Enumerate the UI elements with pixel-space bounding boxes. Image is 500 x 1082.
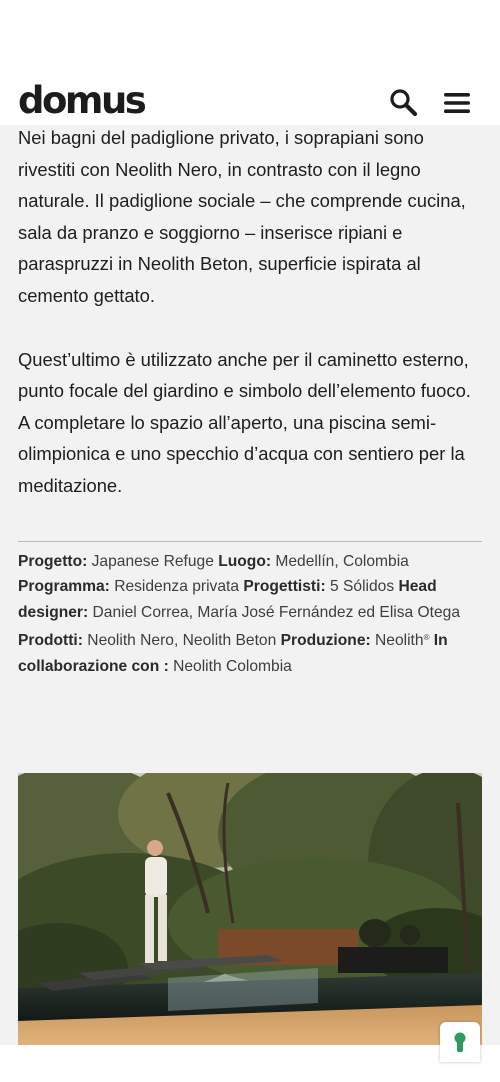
credit-label-progetto: Progetto: [18,553,88,570]
credit-value-produzione: Neolith [370,632,424,650]
credit-value-collaborazione: Neolith Colombia [168,657,292,675]
photo-pool-garden-icon [18,773,482,1045]
credit-label-programma: Programma: [18,578,110,596]
credit-label-luogo: Luogo: [218,553,272,570]
credit-label-prodotti: Prodotti: [18,632,83,650]
search-icon [390,89,418,117]
article-photo[interactable] [18,773,482,1045]
credit-label-produzione: Produzione: [280,632,371,650]
search-button[interactable] [389,88,419,118]
credit-value-progetto: Japanese Refuge [87,553,219,570]
hamburger-menu-icon [444,93,470,113]
divider [18,541,482,542]
privacy-button[interactable] [440,1022,480,1062]
credit-label-progettisti: Progettisti: [243,578,326,596]
keyhole-icon [454,1032,466,1052]
site-header: domus [0,78,500,125]
credit-value-progettisti: 5 Sólidos [325,578,399,596]
credit-value-luogo: Medellín, Colombia [271,553,409,570]
article-paragraph: Quest’ultimo è utilizzato anche per il c… [18,348,471,496]
credit-value-head-designer: Daniel Correa, María José Fernández ed E… [88,603,461,621]
credit-value-programma: Residenza privata [109,578,244,596]
domus-logo[interactable]: domus [18,79,147,123]
article-body: Nei bagni del padiglione privato, i sopr… [18,122,482,502]
status-bar [0,0,500,78]
project-credits: Progetto: Japanese Refuge Luogo: Medellí… [18,549,484,679]
credit-value-prodotti: Neolith Nero, Neolith Beton [82,632,281,650]
bottom-area [0,1045,500,1082]
menu-button[interactable] [444,92,470,114]
article-paragraph: Nei bagni del padiglione privato, i sopr… [18,127,466,306]
